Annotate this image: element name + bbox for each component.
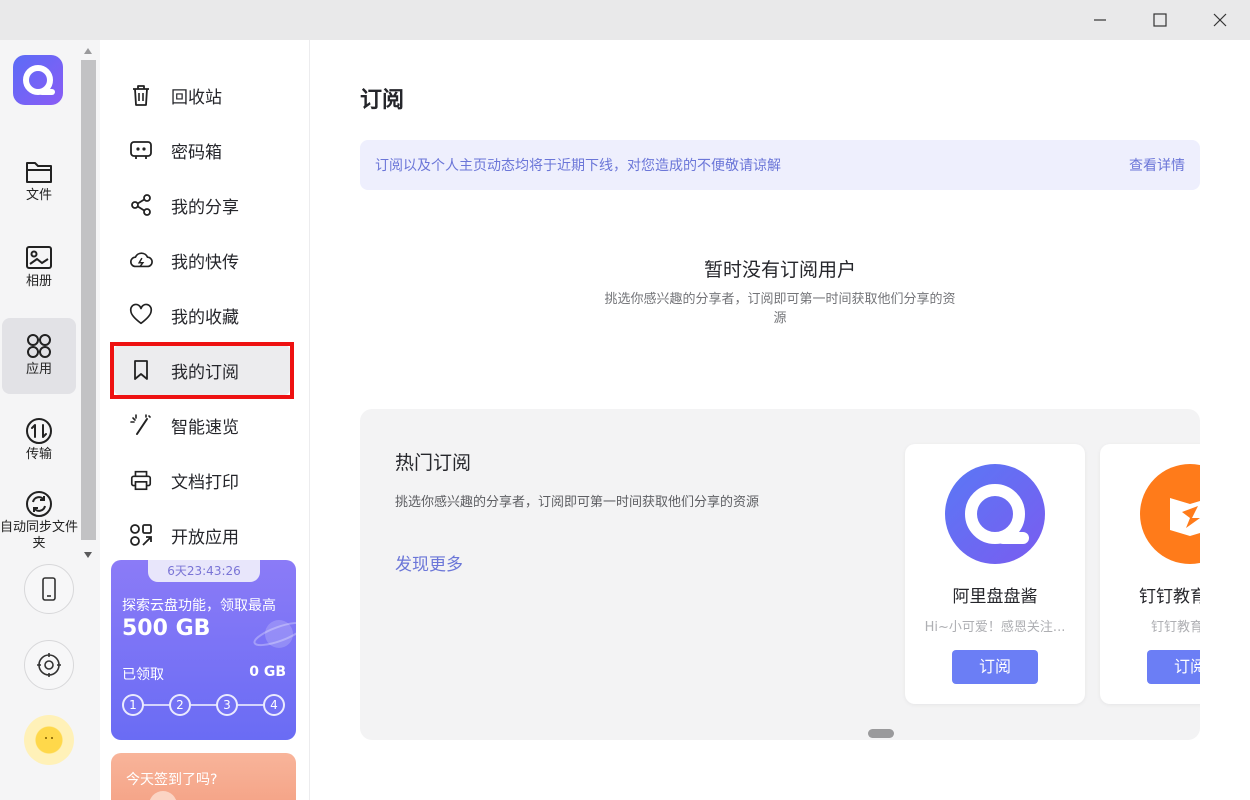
maximize-button[interactable] [1130,0,1190,40]
share-icon [129,193,153,217]
rail-scrollbar[interactable] [80,42,97,564]
settings-icon [37,653,61,677]
sidebar-item-smart-preview[interactable]: 智能速览 [110,400,294,450]
scrollbar-thumb[interactable] [81,60,96,540]
sidebar-item-label: 文档打印 [171,472,239,493]
close-button[interactable] [1190,0,1250,40]
scroll-up-arrow-icon[interactable] [84,48,92,54]
dingtalk-education-avatar-icon [1140,464,1200,564]
safe-box-icon [129,138,153,162]
sidebar-item-open-apps[interactable]: 开放应用 [110,510,294,560]
open-apps-icon [129,523,153,547]
rail-item-label: 文件 [25,188,52,203]
rail-item-label: 自动同步文件夹 [0,520,79,551]
page-title: 订阅 [360,88,405,113]
sidebar-item-label: 我的收藏 [171,307,239,328]
subscribe-button[interactable]: 订阅 [952,650,1038,684]
sidebar-item-label: 回收站 [171,87,222,108]
carousel-pager-indicator[interactable] [868,729,894,738]
rail-item-sync-folder[interactable]: 自动同步文件夹 [0,476,78,552]
aliyun-drive-avatar-icon [945,464,1045,564]
maximize-icon [1153,13,1167,27]
bookmark-icon [129,358,153,382]
magic-wand-icon [129,413,153,437]
rail-item-album[interactable]: 相册 [2,230,76,306]
phone-icon [42,577,56,601]
planet-icon [253,620,296,648]
step-badge: 3 [216,694,238,716]
aliyun-drive-logo-icon [23,65,55,95]
apps-grid-icon [27,334,51,358]
rail-item-files[interactable]: 文件 [2,144,76,220]
sync-icon [26,491,52,517]
creator-name: 阿里盘盘酱 [952,587,1038,607]
promo-received-label: 已领取 [122,667,164,683]
sidebar-item-label: 密码箱 [171,142,222,163]
close-icon [1213,13,1227,27]
sidebar-item-my-favorites[interactable]: 我的收藏 [110,290,294,340]
scroll-down-arrow-icon[interactable] [84,552,92,558]
step-badge: 1 [122,694,144,716]
settings-button[interactable] [24,640,74,690]
title-bar [0,0,1250,40]
rail-item-label: 相册 [25,274,52,289]
checkin-avatar [149,791,177,800]
trash-icon [129,83,153,107]
sidebar-item-my-share[interactable]: 我的分享 [110,180,294,230]
minimize-icon [1094,19,1106,21]
checkin-label: 今天签到了吗? [126,772,218,788]
creator-name: 钉钉教育官方 [1139,587,1200,607]
storage-promo-card[interactable]: 6天23:43:26 探索云盘功能，领取最高 500 GB 已领取 0 GB 1… [111,560,296,740]
sidebar-item-label: 开放应用 [171,527,239,548]
creator-card[interactable]: 钉钉教育官方 钉钉教育官方 订阅 [1100,444,1200,704]
sun-avatar-icon [45,737,53,739]
empty-state-description: 挑选你感兴趣的分享者，订阅即可第一时间获取他们分享的资源 [604,292,956,326]
user-avatar[interactable] [24,715,74,765]
sidebar-item-document-print[interactable]: 文档打印 [110,455,294,505]
creator-bio: Hi~小可爱！感恩关注... [924,620,1066,635]
folder-icon [26,162,52,183]
sidebar-item-label: 智能速览 [171,417,239,438]
steps-line [133,704,275,706]
sidebar-item-recycle-bin[interactable]: 回收站 [110,70,294,120]
promo-timer: 6天23:43:26 [148,560,260,582]
creator-bio: 钉钉教育官方 [1150,620,1200,635]
rail-item-apps[interactable]: 应用 [2,318,76,394]
hot-subscriptions-title: 热门订阅 [395,452,472,474]
hot-subscriptions-description: 挑选你感兴趣的分享者，订阅即可第一时间获取他们分享的资源 [395,495,760,510]
sidebar-item-label: 我的订阅 [171,362,239,383]
sidebar-item-my-quick-transfer[interactable]: 我的快传 [110,235,294,285]
step-badge: 4 [263,694,285,716]
sidebar-item-safe-box[interactable]: 密码箱 [110,125,294,175]
step-badge: 2 [169,694,191,716]
notice-message: 订阅以及个人主页动态均将于近期下线，对您造成的不便敬请谅解 [375,158,781,174]
hot-subscriptions-panel: 热门订阅 挑选你感兴趣的分享者，订阅即可第一时间获取他们分享的资源 发现更多 阿… [360,409,1200,740]
sidebar-item-my-subscriptions[interactable]: 我的订阅 [114,345,290,395]
printer-icon [129,468,153,492]
checkin-card[interactable]: 今天签到了吗? [111,753,296,800]
empty-state-title: 暂时没有订阅用户 [703,259,856,281]
discover-more-link[interactable]: 发现更多 [395,550,463,575]
promo-steps: 1 2 3 4 [122,694,286,716]
promo-received-value: 0 GB [249,664,286,680]
notice-details-link[interactable]: 查看详情 [1129,155,1185,175]
rail-item-transfer[interactable]: 传输 [2,403,76,479]
photo-album-icon [26,246,52,269]
sidebar-item-label: 我的快传 [171,252,239,273]
phone-button[interactable] [24,564,74,614]
subscribe-button[interactable]: 订阅 [1147,650,1200,684]
app-logo [13,55,63,105]
sidebar-item-label: 我的分享 [171,197,239,218]
rail-item-label: 应用 [25,362,52,377]
transfer-icon [26,418,52,444]
deprecation-notice: 订阅以及个人主页动态均将于近期下线，对您造成的不便敬请谅解 查看详情 [360,140,1200,190]
promo-amount: 500 GB [122,616,211,641]
rail-item-label: 传输 [25,447,52,462]
creator-card[interactable]: 阿里盘盘酱 Hi~小可爱！感恩关注... 订阅 [905,444,1085,704]
cloud-upload-icon [129,248,153,272]
main-content: 订阅 订阅以及个人主页动态均将于近期下线，对您造成的不便敬请谅解 查看详情 暂时… [310,40,1250,800]
minimize-button[interactable] [1070,0,1130,40]
heart-icon [129,303,153,327]
